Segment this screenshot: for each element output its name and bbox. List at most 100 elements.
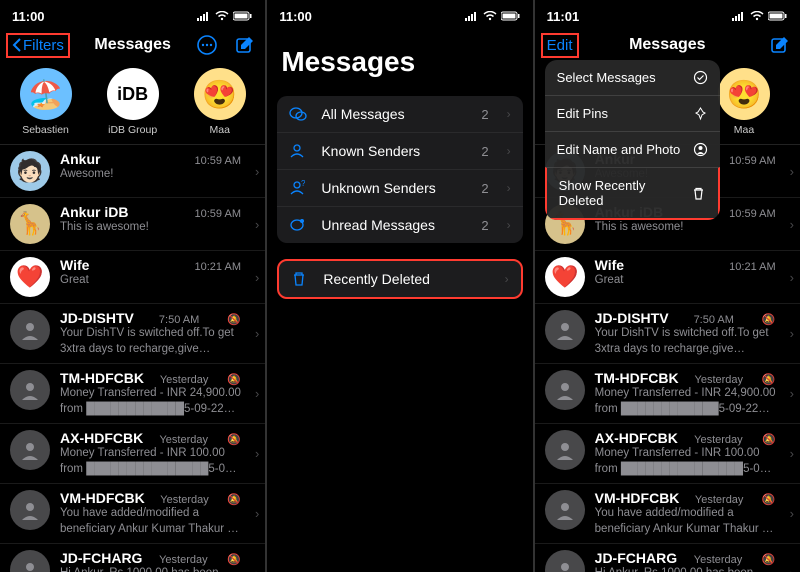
muted-icon: 🔕 xyxy=(762,553,776,566)
chevron-right-icon: › xyxy=(507,181,511,195)
pinned-contact[interactable]: iDBiDB Group xyxy=(93,68,173,136)
page-title: Messages xyxy=(607,36,728,54)
status-indicators xyxy=(465,11,521,21)
pinned-contact[interactable]: 🏖️Sebastien xyxy=(6,68,86,136)
thread-name: Ankur xyxy=(60,151,100,167)
thread-time: 10:59 AM xyxy=(729,155,775,167)
pin-label: Maa xyxy=(210,124,230,136)
thread-preview: Hi Ankur, Rs.1000.00 has been added to y… xyxy=(595,566,776,572)
chevron-left-icon xyxy=(12,37,22,53)
compose-button[interactable] xyxy=(231,31,259,59)
filter-known-senders[interactable]: Known Senders2› xyxy=(277,132,522,169)
filter-recently-deleted[interactable]: Recently Deleted › xyxy=(279,261,520,297)
thread-row[interactable]: JD-FCHARGYesterday🔕Hi Ankur, Rs.1000.00 … xyxy=(0,544,265,572)
thread-row[interactable]: VM-HDFCBKYesterday🔕You have added/modifi… xyxy=(535,484,800,544)
wifi-icon xyxy=(750,11,764,21)
thread-row[interactable]: 🦒Ankur iDB10:59 AMThis is awesome!› xyxy=(0,198,265,251)
more-button[interactable] xyxy=(193,31,221,59)
row-body: JD-DISHTV7:50 AM🔕Your DishTV is switched… xyxy=(60,310,241,357)
menu-edit-name-and-photo[interactable]: Edit Name and Photo xyxy=(545,131,720,167)
chevron-right-icon: › xyxy=(790,506,794,521)
chevron-right-icon: › xyxy=(790,386,794,401)
thread-preview: This is awesome! xyxy=(60,220,241,236)
nav-bar: Filters Messages xyxy=(0,28,265,62)
muted-icon: 🔕 xyxy=(227,313,241,326)
avatar: iDB xyxy=(107,68,159,120)
filter-count: 2 xyxy=(481,107,488,122)
compose-button[interactable] xyxy=(766,31,794,59)
thread-time: 10:59 AM xyxy=(729,208,775,220)
filters-label: Filters xyxy=(23,37,64,54)
pinned-contact[interactable]: 😍Maa xyxy=(180,68,260,136)
thread-preview: This is awesome! xyxy=(595,220,776,236)
thread-row[interactable]: TM-HDFCBKYesterday🔕Money Transferred - I… xyxy=(0,364,265,424)
battery-icon xyxy=(768,11,788,21)
thread-row[interactable]: JD-DISHTV7:50 AM🔕Your DishTV is switched… xyxy=(0,304,265,364)
thread-time: Yesterday xyxy=(695,494,744,506)
filters-button[interactable]: Filters xyxy=(6,33,70,58)
page-title: Messages xyxy=(72,36,193,54)
avatar xyxy=(10,370,50,410)
thread-row[interactable]: ❤️Wife10:21 AMGreat› xyxy=(0,251,265,304)
chevron-right-icon: › xyxy=(505,272,509,286)
filter-count: 2 xyxy=(481,144,488,159)
thread-name: Wife xyxy=(60,257,89,273)
menu-show-recently-deleted[interactable]: Show Recently Deleted xyxy=(545,167,720,220)
thread-preview: Hi Ankur, Rs.1000.00 has been added to y… xyxy=(60,566,241,572)
row-body: VM-HDFCBKYesterday🔕You have added/modifi… xyxy=(60,490,241,537)
row-body: JD-DISHTV7:50 AM🔕Your DishTV is switched… xyxy=(595,310,776,357)
status-indicators xyxy=(197,11,253,21)
row-body: Ankur iDB10:59 AMThis is awesome! xyxy=(60,204,241,236)
thread-preview: Money Transferred - INR 24,900.00 from █… xyxy=(595,386,776,417)
menu-select-messages[interactable]: Select Messages xyxy=(545,60,720,95)
row-body: VM-HDFCBKYesterday🔕You have added/modifi… xyxy=(595,490,776,537)
row-body: Wife10:21 AMGreat xyxy=(595,257,776,289)
thread-name: TM-HDFCBK xyxy=(60,370,144,386)
thread-row[interactable]: AX-HDFCBKYesterday🔕Money Transferred - I… xyxy=(535,424,800,484)
thread-row[interactable]: ❤️Wife10:21 AMGreat› xyxy=(535,251,800,304)
chevron-right-icon: › xyxy=(790,326,794,341)
chevron-right-icon: › xyxy=(255,164,259,179)
person-circle-icon xyxy=(693,142,708,157)
filter-group-deleted: Recently Deleted › xyxy=(277,259,522,299)
status-bar: 11:00 xyxy=(0,0,265,28)
muted-icon: 🔕 xyxy=(227,493,241,506)
filter-label: Unknown Senders xyxy=(321,180,469,196)
chevron-right-icon: › xyxy=(255,446,259,461)
filter-unread-messages[interactable]: Unread Messages2› xyxy=(277,206,522,243)
avatar xyxy=(10,310,50,350)
chevron-right-icon: › xyxy=(255,270,259,285)
thread-row[interactable]: VM-HDFCBKYesterday🔕You have added/modifi… xyxy=(0,484,265,544)
menu-label: Select Messages xyxy=(557,70,656,85)
thread-row[interactable]: AX-HDFCBKYesterday🔕Money Transferred - I… xyxy=(0,424,265,484)
muted-icon: 🔕 xyxy=(762,373,776,386)
filter-count: 2 xyxy=(481,181,488,196)
thread-name: VM-HDFCBK xyxy=(60,490,145,506)
filter-unknown-senders[interactable]: ?Unknown Senders2› xyxy=(277,169,522,206)
thread-row[interactable]: TM-HDFCBKYesterday🔕Money Transferred - I… xyxy=(535,364,800,424)
thread-time: Yesterday xyxy=(695,374,744,386)
thread-time: 10:21 AM xyxy=(729,261,775,273)
row-body: TM-HDFCBKYesterday🔕Money Transferred - I… xyxy=(60,370,241,417)
avatar xyxy=(10,490,50,530)
muted-icon: 🔕 xyxy=(227,433,241,446)
avatar: 😍 xyxy=(718,68,770,120)
wifi-icon xyxy=(483,11,497,21)
thread-row[interactable]: JD-FCHARGYesterday🔕Hi Ankur, Rs.1000.00 … xyxy=(535,544,800,572)
thread-time: 7:50 AM xyxy=(694,314,734,326)
filter-all-messages[interactable]: All Messages2› xyxy=(277,96,522,132)
thread-name: AX-HDFCBK xyxy=(60,430,143,446)
filter-label: Unread Messages xyxy=(321,217,469,233)
row-body: JD-FCHARGYesterday🔕Hi Ankur, Rs.1000.00 … xyxy=(595,550,776,572)
clock: 11:01 xyxy=(547,9,580,24)
thread-preview: Money Transferred - INR 24,900.00 from █… xyxy=(60,386,241,417)
thread-row[interactable]: JD-DISHTV7:50 AM🔕Your DishTV is switched… xyxy=(535,304,800,364)
trash-icon xyxy=(291,271,311,287)
chevron-right-icon: › xyxy=(790,446,794,461)
check-circle-icon xyxy=(693,70,708,85)
chevron-right-icon: › xyxy=(507,218,511,232)
thread-row[interactable]: 🧑🏻Ankur10:59 AMAwesome!› xyxy=(0,145,265,198)
thread-preview: Money Transferred - INR 100.00 from ████… xyxy=(595,446,776,477)
menu-edit-pins[interactable]: Edit Pins xyxy=(545,95,720,131)
edit-button[interactable]: Edit xyxy=(541,33,579,58)
